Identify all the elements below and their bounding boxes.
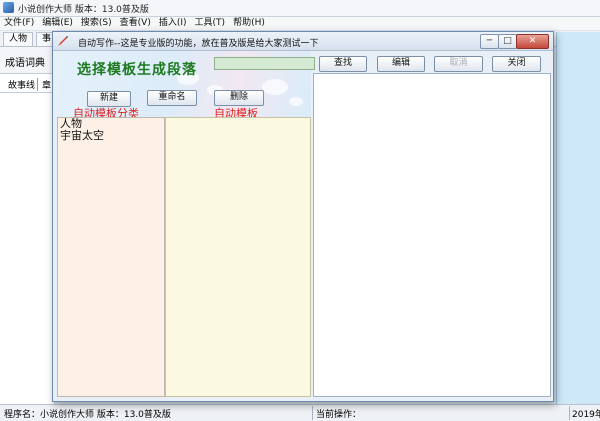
dialog-body: 选择模板生成段落 查找 编辑 取消 关闭 新建 重命名 删除 自动模板分类 自动…: [57, 51, 551, 397]
list-item[interactable]: 宇宙太空: [58, 130, 164, 142]
left-pane-divider: [0, 92, 54, 93]
template-list[interactable]: [165, 117, 311, 397]
rename-button[interactable]: 重命名: [147, 90, 197, 106]
tab-storyline[interactable]: 故事线: [6, 78, 39, 91]
app-icon: [3, 2, 14, 13]
right-side-panel: [556, 32, 600, 404]
cancel-button[interactable]: 取消: [434, 56, 483, 72]
status-year: 2019年: [572, 410, 600, 420]
minimize-button[interactable]: ─: [480, 34, 499, 49]
close-button[interactable]: 关闭: [492, 56, 541, 72]
menu-file[interactable]: 文件(F): [0, 17, 38, 30]
menu-insert[interactable]: 插入(I): [155, 17, 191, 30]
pen-icon: [58, 36, 68, 46]
search-button[interactable]: 查找: [319, 56, 367, 72]
edit-button[interactable]: 编辑: [377, 56, 425, 72]
dialog-title-bar[interactable]: 自动写作--这是专业版的功能，放在普及版是给大家测试一下 ─ □ ✕: [53, 32, 553, 51]
minimize-icon: ─: [486, 36, 493, 46]
close-window-button[interactable]: ✕: [516, 34, 549, 49]
close-icon: ✕: [528, 36, 537, 46]
auto-write-dialog: 自动写作--这是专业版的功能，放在普及版是给大家测试一下 ─ □ ✕ 选择模板生…: [52, 31, 554, 402]
status-current-operation: 当前操作：: [316, 410, 362, 420]
status-divider: [569, 406, 570, 420]
idiom-dictionary-label[interactable]: 成语词典: [5, 54, 45, 69]
preview-text-area[interactable]: [313, 73, 551, 397]
sub-toolbar: 成语词典: [0, 47, 60, 74]
maximize-button[interactable]: □: [498, 34, 517, 49]
main-window-title: 小说创作大师 版本：13.0普及版: [18, 5, 149, 15]
menu-bar: 文件(F) 编辑(E) 搜索(S) 查看(V) 插入(I) 工具(T) 帮助(H): [0, 17, 600, 30]
petal-decoration: [289, 97, 303, 106]
petal-decoration: [262, 79, 288, 95]
status-bar: 程序名：小说创作大师 版本：13.0普及版 当前操作： 2019年: [0, 404, 600, 421]
menu-edit[interactable]: 编辑(E): [38, 17, 77, 30]
dialog-heading: 选择模板生成段落: [77, 62, 197, 78]
maximize-icon: □: [503, 36, 512, 46]
status-program-name: 程序名：小说创作大师 版本：13.0普及版: [4, 410, 171, 420]
menu-tools[interactable]: 工具(T): [191, 17, 230, 30]
delete-button[interactable]: 删除: [214, 90, 264, 106]
menu-view[interactable]: 查看(V): [116, 17, 155, 30]
menu-help[interactable]: 帮助(H): [229, 17, 269, 30]
search-input[interactable]: [214, 57, 315, 70]
category-list[interactable]: 人物 宇宙太空: [57, 117, 165, 397]
status-divider: [312, 406, 313, 420]
menu-search[interactable]: 搜索(S): [77, 17, 116, 30]
dialog-title: 自动写作--这是专业版的功能，放在普及版是给大家测试一下: [78, 39, 319, 49]
left-pane: 故事线 章: [0, 74, 55, 404]
main-title-bar: 小说创作大师 版本：13.0普及版: [0, 0, 600, 17]
tab-characters[interactable]: 人物: [3, 32, 34, 46]
